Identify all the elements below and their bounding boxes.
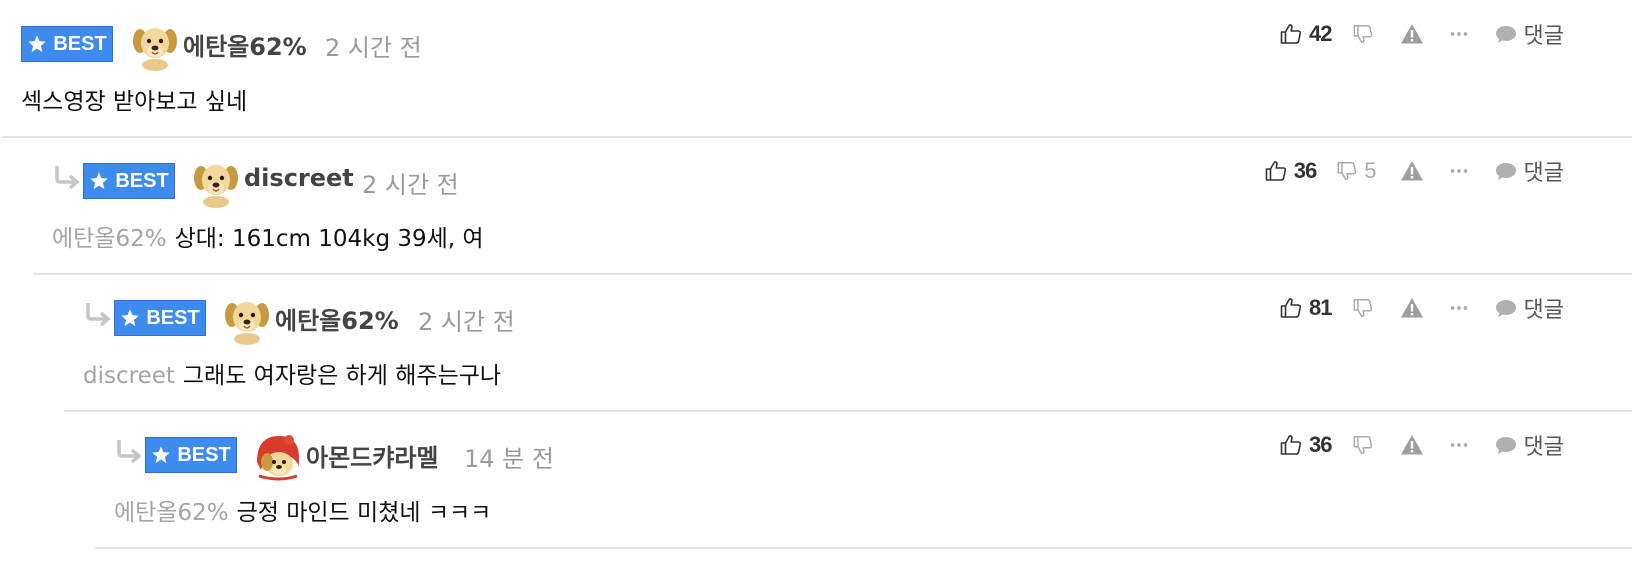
thumbs-up-icon	[1279, 22, 1303, 46]
reply-arrow-icon	[83, 300, 113, 330]
reply-button[interactable]: 댓글	[1494, 292, 1564, 324]
dislike-count: 5	[1364, 158, 1376, 183]
reply-label: 댓글	[1523, 298, 1564, 323]
avatar[interactable]	[253, 432, 303, 482]
username[interactable]: 에탄올62%	[183, 27, 307, 62]
warning-icon	[1400, 433, 1424, 457]
avatar[interactable]	[130, 21, 180, 71]
comment-body: 긍정 마인드 미쳤네 ㅋㅋㅋ	[236, 500, 492, 526]
comment-actions: 36 5 댓글	[1264, 153, 1564, 189]
like-count: 81	[1309, 295, 1333, 320]
timestamp: 2 시간 전	[362, 171, 459, 199]
like-button[interactable]: 36	[1264, 158, 1318, 184]
avatar[interactable]	[222, 295, 272, 345]
divider	[95, 547, 1632, 549]
like-count: 36	[1309, 432, 1333, 457]
best-badge: BEST	[21, 26, 113, 62]
comment-body: 그래도 여자랑은 하게 해주는구나	[182, 363, 502, 389]
comment-text: discreet 그래도 여자랑은 하게 해주는구나	[83, 356, 501, 390]
report-button[interactable]	[1400, 159, 1424, 183]
reply-label: 댓글	[1523, 435, 1564, 460]
star-icon	[27, 34, 47, 54]
report-button[interactable]	[1400, 296, 1424, 320]
best-badge: BEST	[145, 437, 237, 473]
comment-item: BEST 에탄올62% 2 시간 전 섹스영장 받아보고 싶네 42 댓글	[0, 0, 1646, 137]
more-button[interactable]	[1448, 434, 1470, 456]
comment-item: BEST 에탄올62% 2 시간 전 discreet 그래도 여자랑은 하게 해…	[0, 274, 1646, 411]
dislike-button[interactable]	[1352, 434, 1374, 456]
thumbs-down-icon	[1352, 23, 1374, 45]
speech-bubble-icon	[1494, 22, 1518, 46]
star-icon	[89, 171, 109, 191]
comment-actions: 36 댓글	[1279, 427, 1564, 463]
reply-button[interactable]: 댓글	[1494, 18, 1564, 50]
comment-text: 에탄올62% 상대: 161cm 104kg 39세, 여	[52, 219, 484, 253]
dislike-button[interactable]: 5	[1336, 158, 1377, 184]
reply-button[interactable]: 댓글	[1494, 429, 1564, 461]
more-button[interactable]	[1448, 23, 1470, 45]
speech-bubble-icon	[1494, 159, 1518, 183]
star-icon	[151, 445, 171, 465]
reply-label: 댓글	[1523, 24, 1564, 49]
thumbs-up-icon	[1264, 159, 1288, 183]
more-icon	[1448, 434, 1470, 456]
best-label: BEST	[115, 169, 169, 192]
best-label: BEST	[177, 443, 231, 466]
like-button[interactable]: 81	[1279, 295, 1333, 321]
warning-icon	[1400, 296, 1424, 320]
thumbs-down-icon	[1352, 434, 1374, 456]
more-button[interactable]	[1448, 160, 1470, 182]
comment-text: 에탄올62% 긍정 마인드 미쳤네 ㅋㅋㅋ	[114, 493, 491, 527]
speech-bubble-icon	[1494, 296, 1518, 320]
username[interactable]: 아몬드캬라멜	[306, 438, 438, 473]
report-button[interactable]	[1400, 22, 1424, 46]
thumbs-up-icon	[1279, 296, 1303, 320]
comment-item: BEST discreet 2 시간 전 에탄올62% 상대: 161cm 104…	[0, 137, 1646, 274]
mention[interactable]: discreet	[83, 363, 175, 389]
star-icon	[120, 308, 140, 328]
warning-icon	[1400, 22, 1424, 46]
thumbs-up-icon	[1279, 433, 1303, 457]
timestamp: 14 분 전	[464, 445, 554, 473]
mention[interactable]: 에탄올62%	[52, 226, 167, 252]
dislike-button[interactable]	[1352, 297, 1374, 319]
comment-text: 섹스영장 받아보고 싶네	[21, 82, 247, 116]
best-label: BEST	[53, 32, 107, 55]
speech-bubble-icon	[1494, 433, 1518, 457]
like-button[interactable]: 42	[1279, 21, 1333, 47]
best-badge: BEST	[114, 300, 206, 336]
thumbs-down-icon	[1352, 297, 1374, 319]
comment-item: BEST 아몬드캬라멜 14 분 전 에탄올62% 긍정 마인드 미쳤네 ㅋㅋㅋ …	[0, 411, 1646, 548]
mention[interactable]: 에탄올62%	[114, 500, 229, 526]
more-icon	[1448, 297, 1470, 319]
reply-button[interactable]: 댓글	[1494, 155, 1564, 187]
comment-actions: 42 댓글	[1279, 16, 1564, 52]
more-icon	[1448, 160, 1470, 182]
avatar[interactable]	[191, 158, 241, 208]
like-count: 36	[1293, 158, 1318, 183]
reply-arrow-icon	[114, 437, 144, 467]
username[interactable]: 에탄올62%	[275, 301, 399, 336]
timestamp: 2 시간 전	[325, 34, 422, 62]
comment-actions: 81 댓글	[1279, 290, 1564, 326]
warning-icon	[1400, 159, 1424, 183]
more-icon	[1448, 23, 1470, 45]
reply-label: 댓글	[1523, 161, 1564, 186]
like-count: 42	[1309, 21, 1333, 46]
best-label: BEST	[146, 306, 200, 329]
report-button[interactable]	[1400, 433, 1424, 457]
username[interactable]: discreet	[244, 164, 354, 192]
comment-body: 섹스영장 받아보고 싶네	[21, 89, 248, 115]
comment-body: 상대: 161cm 104kg 39세, 여	[174, 226, 484, 252]
dislike-button[interactable]	[1352, 23, 1374, 45]
best-badge: BEST	[83, 163, 175, 199]
reply-arrow-icon	[52, 163, 82, 193]
more-button[interactable]	[1448, 297, 1470, 319]
like-button[interactable]: 36	[1279, 432, 1333, 458]
timestamp: 2 시간 전	[418, 308, 515, 336]
thumbs-down-icon	[1336, 160, 1358, 182]
